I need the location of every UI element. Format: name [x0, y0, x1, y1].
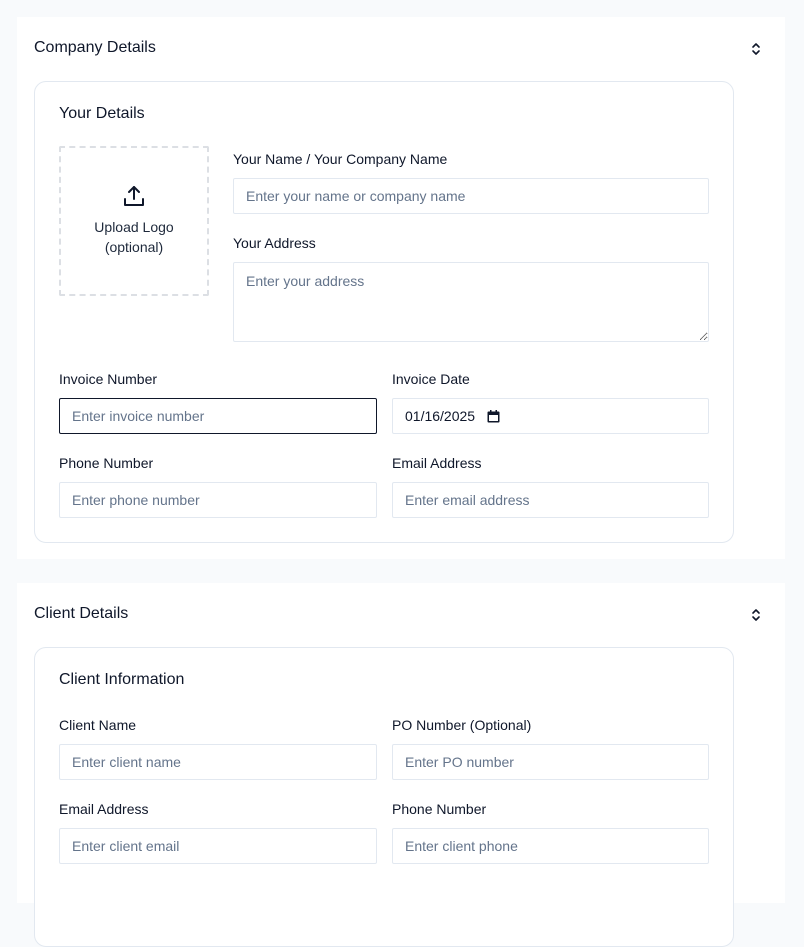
client-information-card: Client Information Client Name PO Number…: [34, 647, 734, 947]
invoice-date-value: 01/16/2025: [405, 408, 476, 424]
client-collapse-toggle[interactable]: [749, 606, 763, 624]
upload-logo-button[interactable]: Upload Logo (optional): [59, 146, 209, 296]
calendar-icon[interactable]: [487, 409, 500, 423]
po-number-label: PO Number (Optional): [392, 717, 532, 733]
invoice-date-input[interactable]: 01/16/2025: [392, 398, 709, 434]
client-phone-label: Phone Number: [392, 801, 487, 817]
invoice-date-label: Invoice Date: [392, 371, 470, 387]
client-details-section: Client Details Client Information Client…: [17, 583, 785, 947]
client-section-title: Client Details: [34, 605, 129, 622]
invoice-number-input[interactable]: [59, 398, 377, 434]
company-address-input[interactable]: [233, 262, 709, 342]
company-name-input[interactable]: [233, 178, 709, 214]
company-collapse-toggle[interactable]: [749, 40, 763, 58]
po-number-input[interactable]: [392, 744, 709, 780]
client-name-input[interactable]: [59, 744, 377, 780]
email-address-label: Email Address: [392, 455, 482, 471]
phone-number-label: Phone Number: [59, 455, 154, 471]
company-details-section: Company Details Your Details Upload Logo…: [17, 17, 785, 559]
client-name-label: Client Name: [59, 717, 137, 733]
upload-logo-optional: (optional): [104, 239, 164, 255]
chevrons-up-down-icon: [752, 43, 760, 55]
your-details-card: Your Details Upload Logo (optional) Your…: [34, 81, 734, 543]
company-address-label: Your Address: [233, 235, 316, 251]
upload-icon: [124, 186, 144, 206]
invoice-number-label: Invoice Number: [59, 371, 158, 387]
your-details-title: Your Details: [59, 105, 145, 122]
company-section-title: Company Details: [34, 39, 156, 56]
client-email-input[interactable]: [59, 828, 377, 864]
chevrons-up-down-icon: [752, 609, 760, 621]
upload-logo-label: Upload Logo: [94, 219, 174, 235]
company-name-label: Your Name / Your Company Name: [233, 151, 448, 167]
client-email-label: Email Address: [59, 801, 149, 817]
client-phone-input[interactable]: [392, 828, 709, 864]
client-information-title: Client Information: [59, 671, 185, 688]
email-address-input[interactable]: [392, 482, 709, 518]
phone-number-input[interactable]: [59, 482, 377, 518]
